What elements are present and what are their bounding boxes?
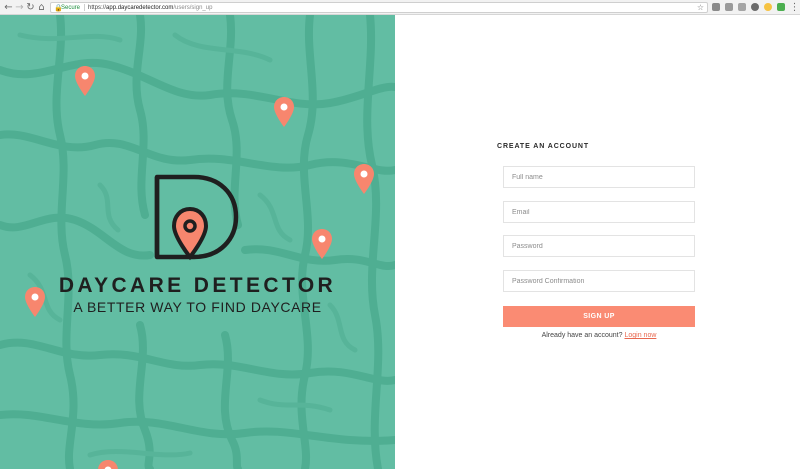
extension-icon[interactable] (764, 3, 772, 11)
sign-up-button[interactable]: SIGN UP (503, 306, 695, 327)
email-input[interactable] (503, 201, 695, 223)
brand-name: DAYCARE DETECTOR (58, 274, 337, 297)
extension-icon[interactable] (725, 3, 733, 11)
home-icon[interactable]: ⌂ (36, 2, 47, 13)
extension-icon[interactable] (712, 3, 720, 11)
map-pin-icon (75, 66, 95, 96)
map-pin-icon (354, 164, 374, 194)
forward-icon[interactable]: → (14, 2, 25, 13)
extension-icon[interactable] (751, 3, 759, 11)
reload-icon[interactable]: ↻ (25, 2, 36, 13)
extension-icon[interactable] (777, 3, 785, 11)
url-text: https://app.daycaredetector.com/users/si… (88, 4, 212, 12)
extension-icon[interactable] (738, 3, 746, 11)
login-link[interactable]: Login now (624, 332, 656, 339)
hero-panel: DAYCARE DETECTOR A BETTER WAY TO FIND DA… (0, 15, 395, 469)
back-icon[interactable]: ← (3, 2, 14, 13)
star-icon[interactable]: ☆ (697, 3, 704, 12)
browser-toolbar: ← → ↻ ⌂ 🔒 Secure https://app.daycaredete… (0, 0, 800, 15)
full-name-input[interactable] (503, 166, 695, 188)
login-prompt: Already have an account? (541, 332, 623, 339)
address-bar[interactable]: 🔒 Secure https://app.daycaredetector.com… (50, 2, 708, 13)
password-confirmation-input[interactable] (503, 270, 695, 292)
password-input[interactable] (503, 235, 695, 257)
map-pin-icon (312, 229, 332, 259)
map-pin-icon (98, 460, 118, 469)
url-scheme: https:// (88, 5, 107, 11)
map-pin-icon (274, 97, 294, 127)
daycare-detector-logo (154, 174, 239, 261)
menu-icon[interactable]: ⋮ (789, 2, 800, 13)
brand-tagline: A BETTER WAY TO FIND DAYCARE (73, 299, 322, 315)
login-prompt-line: Already have an account? Login now (503, 332, 695, 339)
form-title: CREATE AN ACCOUNT (497, 143, 590, 150)
url-path: /users/sign_up (173, 5, 213, 11)
address-divider (84, 4, 85, 11)
url-host: app.daycaredetector.com (106, 5, 174, 11)
secure-label: Secure (61, 5, 81, 11)
